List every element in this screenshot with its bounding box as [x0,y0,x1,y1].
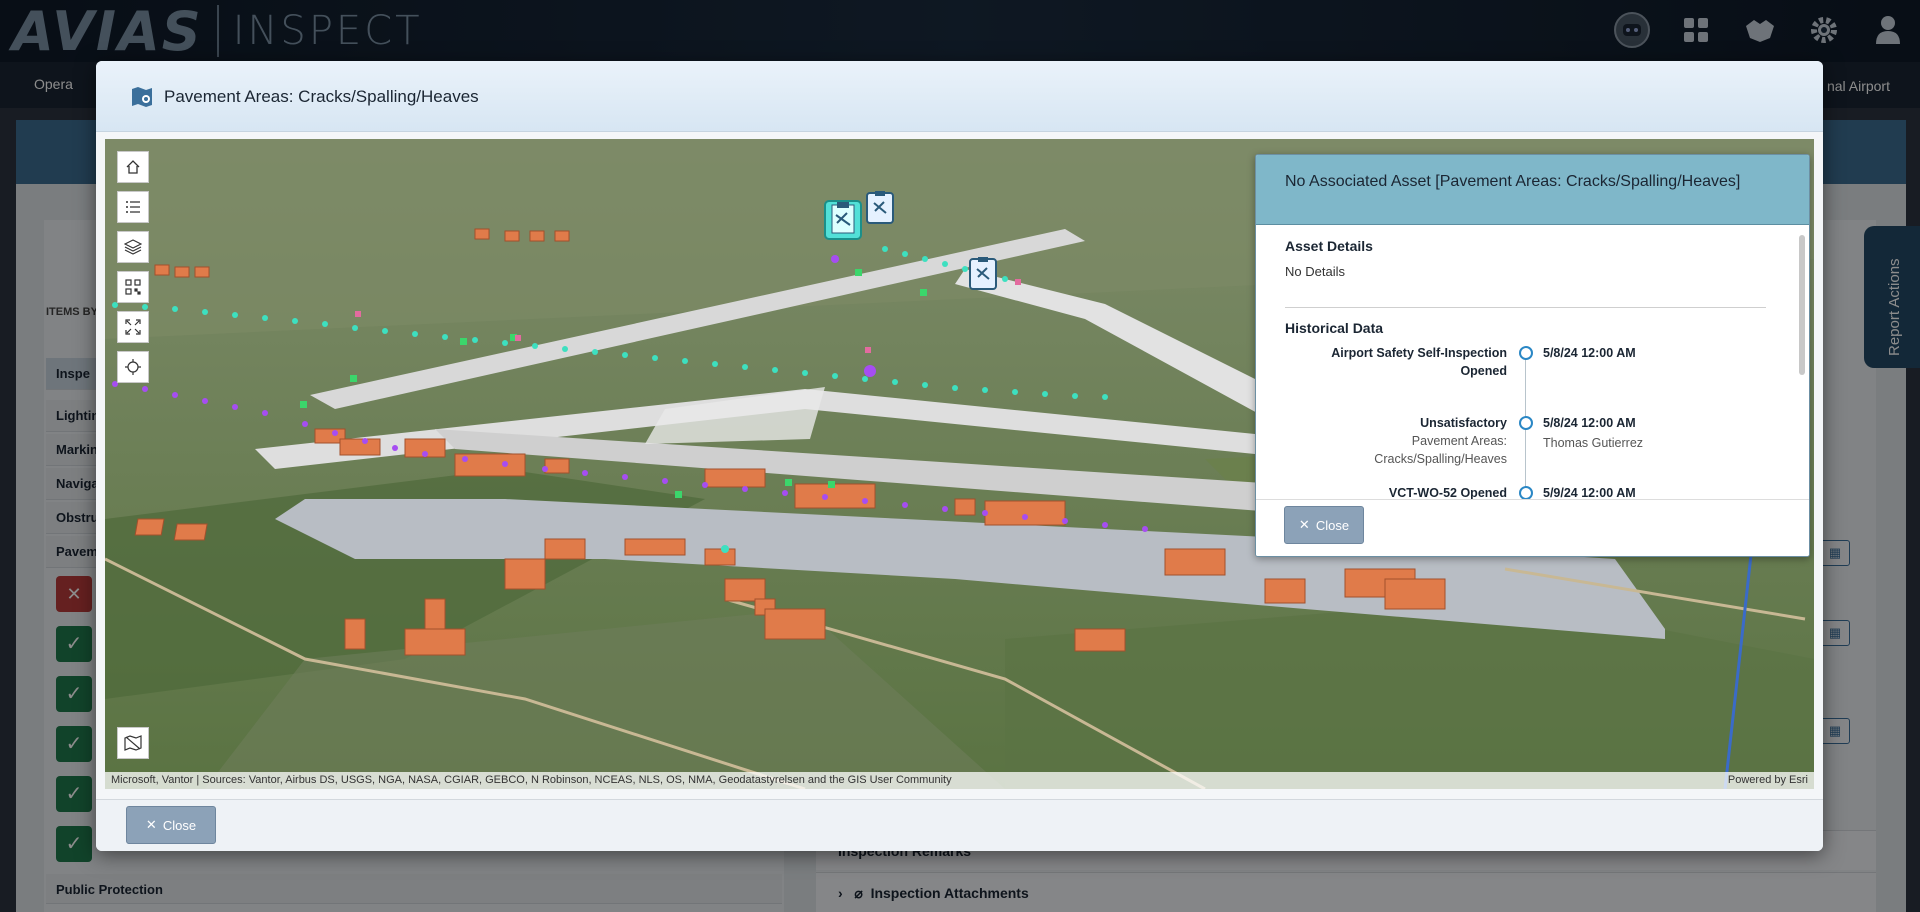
map-modal: Pavement Areas: Cracks/Spalling/Heaves M… [96,61,1823,851]
timeline-dot-icon [1519,416,1533,430]
modal-close-label: Close [162,817,197,833]
popup-footer: ✕ Close [1256,499,1809,556]
timeline-item: Unsatisfactory Pavement Areas: Cracks/Spa… [1285,414,1766,499]
timeline-detail: Pavement Areas: Cracks/Spalling/Heaves [1374,434,1507,466]
timeline-date: 5/8/24 12:00 AM [1543,346,1636,360]
timeline-date: 5/8/24 12:00 AM [1543,416,1636,430]
feature-popup: No Associated Asset [Pavement Areas: Cra… [1255,154,1810,557]
list-icon[interactable] [117,191,149,223]
timeline-item: VCT-WO-52 Opened 5/9/24 12:00 AM [1285,484,1766,499]
modal-title: Pavement Areas: Cracks/Spalling/Heaves [164,87,479,106]
timeline-event: Airport Safety Self-Inspection Opened [1331,346,1507,378]
timeline-date: 5/9/24 12:00 AM [1543,486,1636,499]
basemap-toggle-icon[interactable] [117,727,149,759]
divider [1285,307,1766,308]
timeline-dot-icon [1519,346,1533,360]
timeline-dot-icon [1519,486,1533,499]
map-toolbar [117,151,149,383]
modal-header: Pavement Areas: Cracks/Spalling/Heaves [96,61,1823,132]
home-icon[interactable] [117,151,149,183]
inspection-clipboard-marker-icon[interactable] [968,257,998,298]
inspection-clipboard-marker-icon[interactable] [823,199,863,250]
popup-title: No Associated Asset [Pavement Areas: Cra… [1256,155,1809,225]
timeline-event: Unsatisfactory [1420,416,1507,430]
attribution-sources: Microsoft, Vantor | Sources: Vantor, Air… [111,774,952,786]
modal-close-button[interactable]: ✕ Close [126,806,216,844]
map-view[interactable]: Microsoft, Vantor | Sources: Vantor, Air… [105,139,1814,789]
popup-body[interactable]: Asset Details No Details Historical Data… [1256,226,1796,499]
popup-close-label: Close [1315,517,1350,533]
fullscreen-icon[interactable] [117,311,149,343]
powered-by-esri[interactable]: Powered by Esri [1728,774,1808,786]
asset-details-heading: Asset Details [1285,238,1373,254]
historical-data-heading: Historical Data [1285,320,1384,336]
timeline-item: Airport Safety Self-Inspection Opened 5/… [1285,344,1766,430]
timeline-event: VCT-WO-52 Opened [1388,486,1507,499]
layers-icon[interactable] [117,231,149,263]
map-attribution: Microsoft, Vantor | Sources: Vantor, Air… [105,772,1814,789]
popup-close-button[interactable]: ✕ Close [1284,506,1364,544]
asset-details-value: No Details [1285,264,1345,279]
close-icon: ✕ [1298,517,1310,532]
map-pin-icon [130,85,154,109]
modal-footer: ✕ Close [96,799,1823,851]
qr-code-icon[interactable] [117,271,149,303]
inspection-clipboard-marker-icon[interactable] [865,191,895,232]
history-timeline: Airport Safety Self-Inspection Opened 5/… [1285,344,1766,499]
timeline-user: Thomas Gutierrez [1543,436,1644,450]
close-icon: ✕ [145,817,157,832]
locate-crosshair-icon[interactable] [117,351,149,383]
popup-scrollbar[interactable] [1799,235,1805,375]
